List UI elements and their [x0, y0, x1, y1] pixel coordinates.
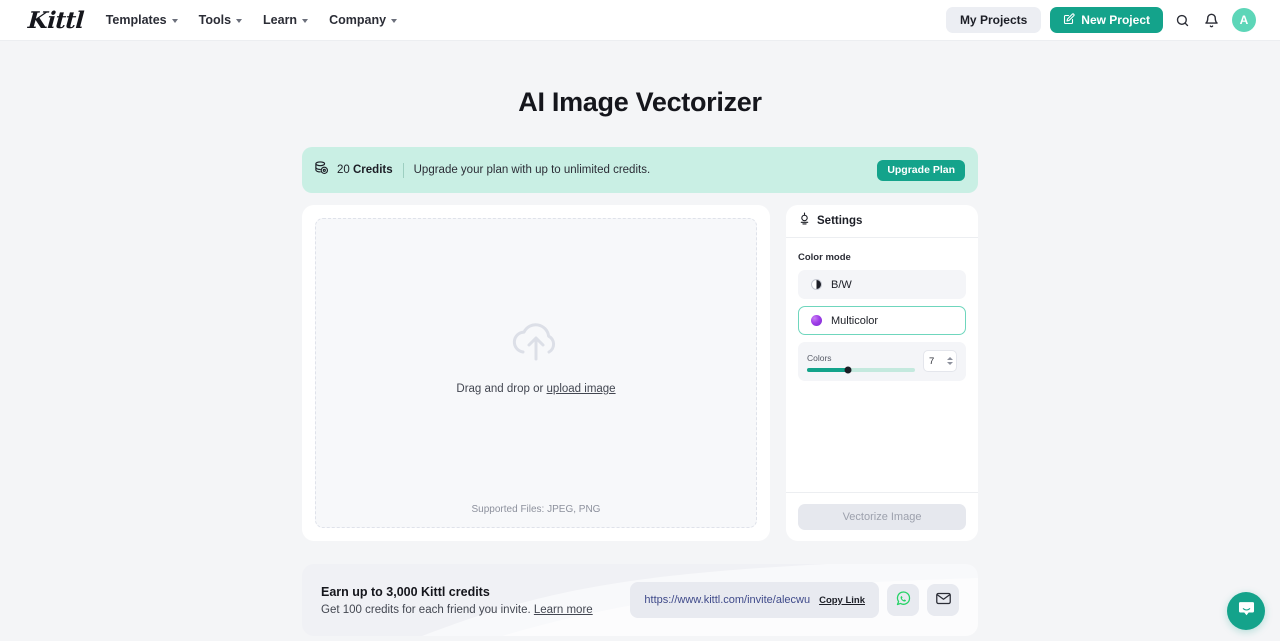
referral-text: Earn up to 3,000 Kittl credits Get 100 c… — [321, 585, 593, 616]
referral-subtitle-prefix: Get 100 credits for each friend you invi… — [321, 603, 534, 616]
supported-files-text: Supported Files: JPEG, PNG — [471, 504, 601, 515]
credits-message: Upgrade your plan with up to unlimited c… — [413, 164, 651, 176]
nav-label: Learn — [263, 13, 298, 27]
my-projects-button[interactable]: My Projects — [945, 7, 1042, 33]
credits-info: 20 Credits — [314, 160, 393, 180]
nav-label: Templates — [105, 13, 167, 27]
settings-body: Color mode B/W Multicolor Colors 7 — [786, 238, 978, 492]
stepper-decrement-icon[interactable] — [947, 362, 953, 365]
settings-footer: Vectorize Image — [786, 492, 978, 541]
colors-slider-fill — [807, 368, 849, 372]
credits-coin-icon — [314, 160, 329, 180]
upload-image-link[interactable]: upload image — [547, 383, 616, 395]
top-header: Kittl Templates Tools Learn Company My P… — [0, 0, 1280, 41]
referral-banner: Earn up to 3,000 Kittl credits Get 100 c… — [302, 564, 978, 636]
nav-item-learn[interactable]: Learn — [263, 13, 309, 27]
vectorize-image-button[interactable]: Vectorize Image — [798, 504, 966, 530]
envelope-icon — [935, 590, 952, 610]
learn-more-link[interactable]: Learn more — [534, 604, 593, 616]
page-title: AI Image Vectorizer — [518, 87, 762, 117]
nav-item-tools[interactable]: Tools — [198, 13, 243, 27]
nav-label: Company — [329, 13, 387, 27]
content-wrap: 20 Credits Upgrade your plan with up to … — [302, 147, 978, 636]
cloud-upload-icon — [508, 317, 564, 370]
referral-subtitle: Get 100 credits for each friend you invi… — [321, 604, 593, 616]
new-project-label: New Project — [1081, 13, 1150, 27]
upgrade-plan-button[interactable]: Upgrade Plan — [877, 159, 965, 181]
colors-slider-column: Colors — [807, 353, 915, 374]
invite-url: https://www.kittl.com/invite/alecwu — [644, 594, 811, 606]
chat-widget-button[interactable] — [1227, 592, 1265, 630]
colors-slider[interactable] — [807, 366, 915, 374]
header-actions: My Projects New Project A — [945, 7, 1256, 33]
credits-amount-label: Credits — [353, 164, 393, 176]
upload-card: Drag and drop or upload image Supported … — [302, 205, 770, 541]
color-mode-label-multicolor: Multicolor — [831, 314, 879, 327]
colors-slider-thumb[interactable] — [844, 366, 852, 374]
stepper-arrows — [947, 357, 953, 365]
dropzone[interactable]: Drag and drop or upload image Supported … — [315, 218, 757, 528]
colors-control: Colors 7 — [798, 342, 966, 381]
colors-stepper[interactable]: 7 — [923, 350, 957, 372]
chevron-down-icon — [171, 18, 178, 23]
chevron-down-icon — [391, 18, 398, 23]
whatsapp-icon — [895, 590, 912, 610]
chevron-down-icon — [236, 18, 243, 23]
nav-label: Tools — [198, 13, 232, 27]
divider — [402, 162, 404, 178]
gradient-circle-swatch-icon — [811, 315, 822, 326]
color-mode-option-multicolor[interactable]: Multicolor — [798, 306, 966, 335]
settings-panel: Settings Color mode B/W Multicolor Color… — [786, 205, 978, 541]
invite-link-field[interactable]: https://www.kittl.com/invite/alecwu Copy… — [630, 582, 879, 618]
dropzone-center: Drag and drop or upload image — [316, 317, 756, 395]
color-mode-label-bw: B/W — [831, 278, 852, 291]
new-project-button[interactable]: New Project — [1050, 7, 1163, 33]
dropzone-prompt-prefix: Drag and drop or — [456, 383, 547, 395]
credits-banner: 20 Credits Upgrade your plan with up to … — [302, 147, 978, 193]
settings-sliders-icon — [798, 212, 811, 230]
color-mode-option-bw[interactable]: B/W — [798, 270, 966, 299]
chevron-down-icon — [302, 18, 309, 23]
chat-bubble-icon — [1237, 599, 1256, 623]
share-email-button[interactable] — [927, 584, 959, 616]
main-nav: Templates Tools Learn Company — [106, 13, 398, 27]
settings-title: Settings — [817, 214, 863, 227]
search-icon[interactable] — [1172, 10, 1192, 30]
kittl-logo[interactable]: Kittl — [27, 7, 85, 34]
stepper-increment-icon[interactable] — [947, 357, 953, 360]
nav-item-templates[interactable]: Templates — [106, 13, 178, 27]
referral-actions: https://www.kittl.com/invite/alecwu Copy… — [630, 582, 959, 618]
half-circle-swatch-icon — [811, 279, 822, 290]
main-row: Drag and drop or upload image Supported … — [302, 205, 978, 541]
nav-item-company[interactable]: Company — [329, 13, 398, 27]
credits-amount: 20 — [337, 164, 350, 176]
color-mode-label: Color mode — [798, 252, 851, 263]
edit-square-icon — [1063, 12, 1075, 28]
avatar[interactable]: A — [1232, 8, 1256, 32]
dropzone-prompt: Drag and drop or upload image — [456, 383, 615, 395]
share-whatsapp-button[interactable] — [887, 584, 919, 616]
credits-count: 20 Credits — [337, 164, 393, 176]
referral-title: Earn up to 3,000 Kittl credits — [321, 584, 490, 599]
settings-header: Settings — [786, 210, 978, 238]
copy-link-button[interactable]: Copy Link — [819, 595, 865, 606]
bell-icon[interactable] — [1201, 10, 1221, 30]
colors-value: 7 — [929, 355, 935, 367]
colors-label: Colors — [807, 353, 832, 363]
